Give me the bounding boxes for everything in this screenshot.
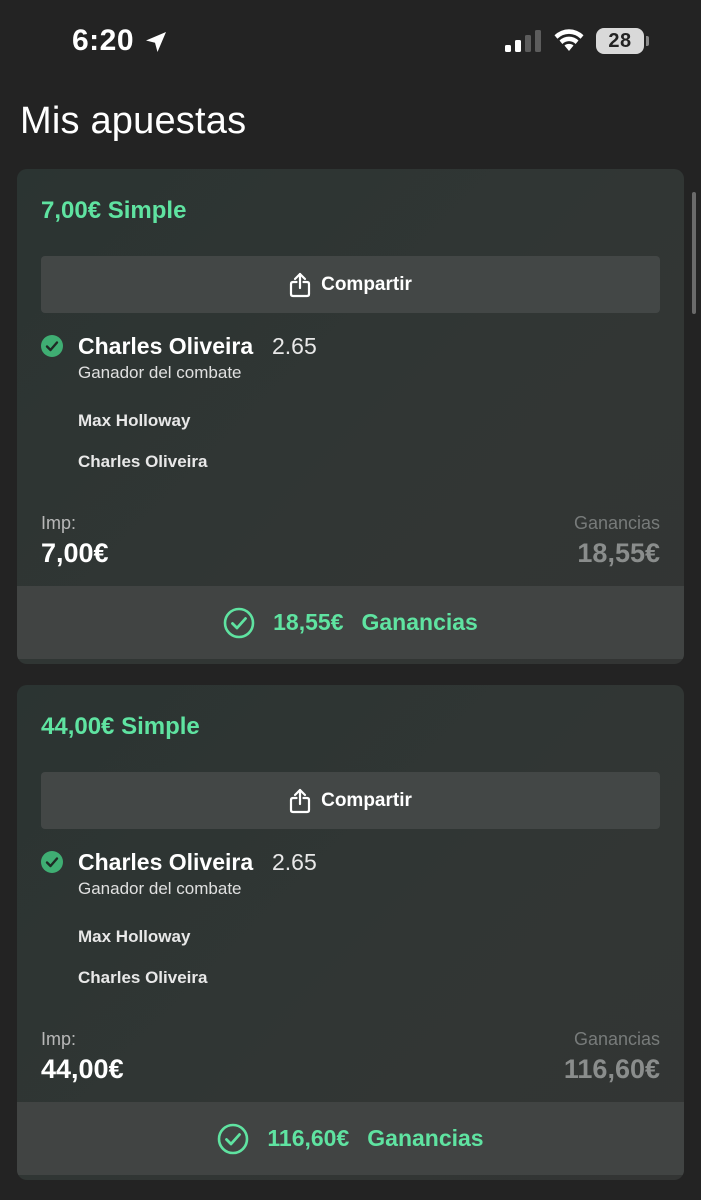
check-circle-outline-icon (223, 607, 255, 638)
check-circle-icon (41, 851, 63, 873)
selection-odds: 2.65 (272, 849, 317, 875)
battery-indicator: 28 (596, 28, 644, 54)
result-amount: 18,55€ (273, 609, 344, 635)
selection-market: Ganador del combate (78, 879, 242, 898)
result-label: Ganancias (361, 609, 478, 635)
bet-heading: 7,00€ Simple (41, 197, 187, 224)
cellular-signal-icon (505, 30, 541, 52)
status-bar: 6:20 28 (0, 0, 701, 84)
stake-value: 44,00€ (41, 1054, 124, 1084)
share-icon (289, 788, 311, 813)
result-label: Ganancias (367, 1125, 484, 1151)
check-circle-icon (41, 335, 63, 357)
location-arrow-icon (146, 32, 166, 52)
stake-value: 7,00€ (41, 538, 109, 568)
battery-level: 28 (608, 29, 632, 52)
participant-away: Charles Oliveira (78, 968, 208, 987)
result-bar: 116,60€ Ganancias (17, 1102, 684, 1175)
wifi-icon (554, 29, 584, 51)
participant-home: Max Holloway (78, 927, 191, 946)
selection-name: Charles Oliveira (78, 333, 254, 359)
winnings-value: 116,60€ (563, 1054, 660, 1084)
bet-card: 44,00€ Simple Compartir Charles Oliveira… (17, 685, 684, 1180)
share-label: Compartir (321, 273, 412, 295)
check-circle-outline-icon (218, 1123, 249, 1154)
winnings-label: Ganancias (573, 1029, 660, 1049)
share-button[interactable]: Compartir (41, 256, 660, 313)
bet-heading: 44,00€ Simple (41, 713, 200, 740)
page-title: Mis apuestas (20, 100, 247, 142)
winnings-label: Ganancias (573, 513, 660, 533)
selection-name: Charles Oliveira (78, 849, 254, 875)
participant-away: Charles Oliveira (78, 452, 208, 471)
status-time: 6:20 (72, 24, 135, 57)
stake-label: Imp: (41, 513, 77, 533)
stake-label: Imp: (41, 1029, 77, 1049)
result-bar: 18,55€ Ganancias (17, 586, 684, 659)
selection-odds: 2.65 (272, 333, 317, 359)
participant-home: Max Holloway (78, 411, 191, 430)
battery-tip (646, 36, 649, 46)
share-button[interactable]: Compartir (41, 772, 660, 829)
bet-card: 7,00€ Simple Compartir Charles Oliveira … (17, 169, 684, 664)
share-label: Compartir (321, 789, 412, 811)
share-icon (289, 272, 311, 297)
selection-market: Ganador del combate (78, 363, 242, 382)
winnings-value: 18,55€ (577, 538, 660, 568)
scrollbar[interactable] (692, 192, 696, 314)
result-amount: 116,60€ (267, 1125, 350, 1151)
